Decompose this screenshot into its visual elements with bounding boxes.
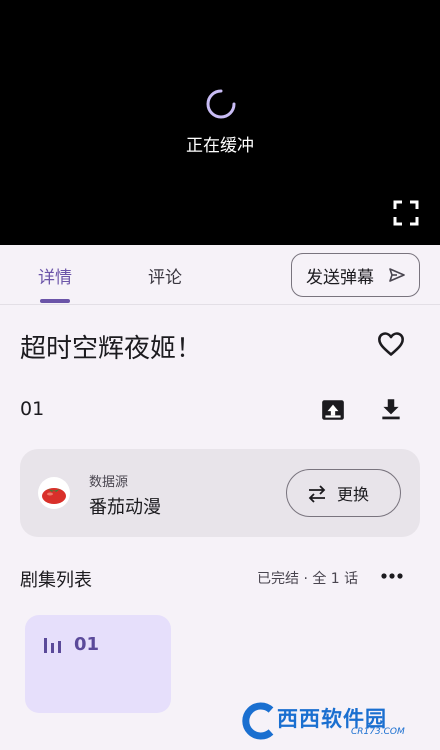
source-name: 番茄动漫 [89, 497, 161, 518]
loading-spinner-icon [206, 89, 236, 119]
fullscreen-icon[interactable] [391, 198, 421, 228]
episode-status: 已完结 · 全 1 话 [257, 571, 359, 587]
tomato-logo-icon [38, 477, 70, 509]
current-episode-label: 01 [20, 398, 45, 420]
download-icon[interactable] [378, 396, 404, 422]
send-icon [389, 268, 405, 282]
anime-title: 超时空辉夜姬！ [20, 334, 203, 364]
switch-source-button[interactable]: 更换 [286, 469, 401, 517]
data-source-card: 数据源 番茄动漫 更换 [20, 449, 420, 537]
source-caption: 数据源 [89, 475, 129, 490]
more-options-icon[interactable] [380, 567, 404, 585]
picture-in-picture-icon[interactable] [320, 397, 346, 423]
episode-card[interactable]: 01 [25, 615, 171, 713]
buffering-text: 正在缓冲 [186, 136, 254, 156]
episode-card-label: 01 [74, 634, 100, 655]
tab-bar: 详情 评论 发送弹幕 [0, 245, 440, 305]
watermark-subtext: CR173.COM [351, 727, 405, 737]
episode-list-heading: 剧集列表 [20, 570, 92, 591]
watermark-c-icon [242, 702, 274, 740]
tab-comments[interactable]: 评论 [148, 263, 182, 288]
video-player[interactable]: 正在缓冲 [0, 0, 440, 245]
favorite-heart-icon[interactable] [377, 330, 405, 358]
switch-source-label: 更换 [337, 485, 370, 504]
now-playing-bars-icon [44, 638, 61, 653]
tab-details[interactable]: 详情 [38, 263, 72, 288]
send-danmaku-button[interactable]: 发送弹幕 [291, 253, 420, 297]
swap-arrows-icon [308, 485, 326, 503]
active-tab-indicator [40, 299, 70, 303]
watermark-logo: 西西软件园 CR173.COM [241, 700, 421, 742]
send-danmaku-label: 发送弹幕 [306, 267, 374, 288]
